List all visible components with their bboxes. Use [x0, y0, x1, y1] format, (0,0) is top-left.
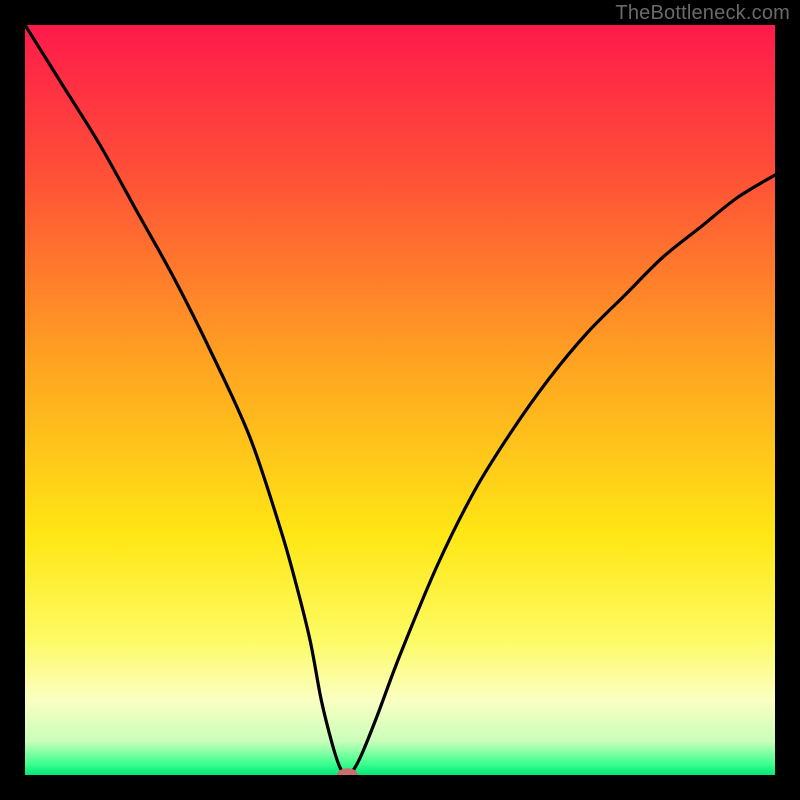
- chart-background: [25, 25, 775, 775]
- chart-svg: [25, 25, 775, 775]
- chart-plot-area: [25, 25, 775, 775]
- watermark-text: TheBottleneck.com: [615, 2, 790, 25]
- chart-frame: TheBottleneck.com: [0, 0, 800, 800]
